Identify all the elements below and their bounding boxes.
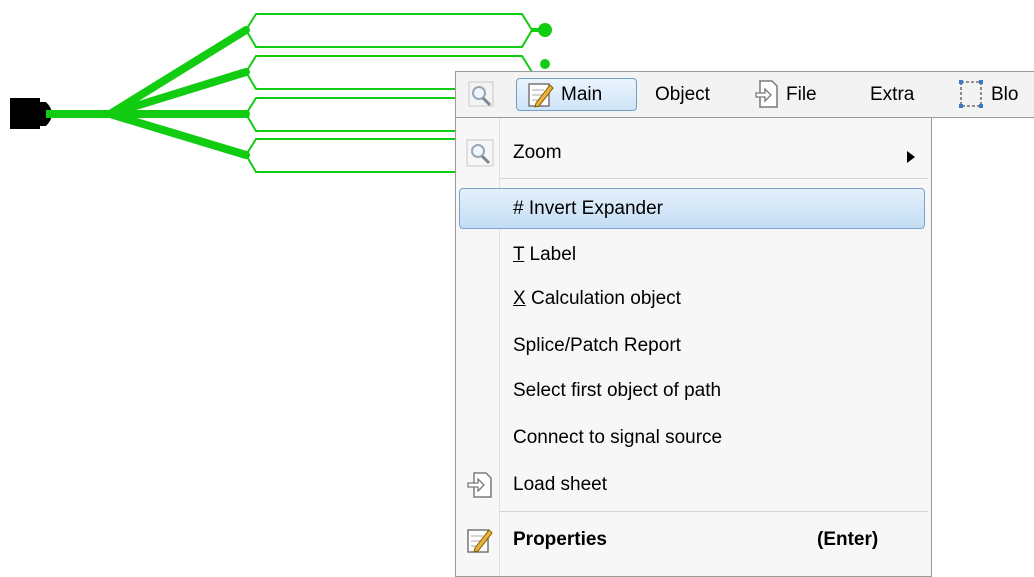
menu-item-label-group: T Label xyxy=(513,233,576,277)
menu-item-label: Calculation object xyxy=(530,288,681,309)
cable-connector[interactable] xyxy=(10,98,52,129)
menu-item-label: Load sheet xyxy=(513,474,608,495)
menu-item-zoom[interactable]: Zoom xyxy=(456,131,931,175)
menu-item-splice-patch-report[interactable]: Splice/Patch Report xyxy=(456,324,931,368)
menu-item-label: # Invert Expander xyxy=(513,198,663,219)
menu-separator xyxy=(500,511,928,512)
load-sheet-icon xyxy=(466,471,494,499)
notepad-pencil-icon xyxy=(526,79,554,110)
menu-item-label: Label xyxy=(529,244,577,265)
ribbon-toolbar: Main Object File Extra Blo xyxy=(455,71,1034,118)
menu-item-connect-signal-source[interactable]: Connect to signal source xyxy=(456,416,931,460)
menu-item-shortcut: (Enter) xyxy=(817,529,879,550)
menu-item-load-sheet[interactable]: Load sheet xyxy=(456,463,931,507)
context-menu: Zoom # Invert Expander T Label X Calcula… xyxy=(455,117,932,577)
menu-item-accelerator: X xyxy=(513,288,526,309)
submenu-arrow-icon xyxy=(907,147,915,169)
menu-item-accelerator: T xyxy=(513,244,525,265)
tab-main[interactable]: Main xyxy=(516,78,637,111)
menu-item-select-first-object[interactable]: Select first object of path xyxy=(456,369,931,413)
zoom-icon xyxy=(466,139,494,167)
file-icon[interactable] xyxy=(754,72,780,117)
notepad-pencil-icon xyxy=(466,526,494,554)
tab-file[interactable]: File xyxy=(786,72,817,117)
menu-item-label: Properties xyxy=(513,529,607,550)
zoom-icon[interactable] xyxy=(467,72,495,117)
menu-item-calculation-object[interactable]: X Calculation object xyxy=(456,277,931,321)
fiber-end-dots[interactable] xyxy=(532,23,552,69)
menu-item-label: Splice/Patch Report xyxy=(513,335,681,356)
menu-item-properties[interactable]: Properties (Enter) xyxy=(456,518,931,562)
tab-extra[interactable]: Extra xyxy=(870,72,914,117)
menu-item-label-group: X Calculation object xyxy=(513,277,681,321)
menu-item-invert-expander[interactable]: # Invert Expander xyxy=(456,187,931,231)
block-select-icon[interactable] xyxy=(957,72,985,117)
menu-item-label-tool[interactable]: T Label xyxy=(456,233,931,277)
menu-item-label: Connect to signal source xyxy=(513,427,723,448)
menu-item-label: Select first object of path xyxy=(513,380,722,401)
tab-object[interactable]: Object xyxy=(655,72,710,117)
menu-separator xyxy=(500,178,928,179)
tab-block[interactable]: Blo xyxy=(991,72,1018,117)
fiber-branches[interactable] xyxy=(106,26,250,159)
menu-item-label: Zoom xyxy=(513,142,562,163)
tab-main-label: Main xyxy=(561,84,603,105)
